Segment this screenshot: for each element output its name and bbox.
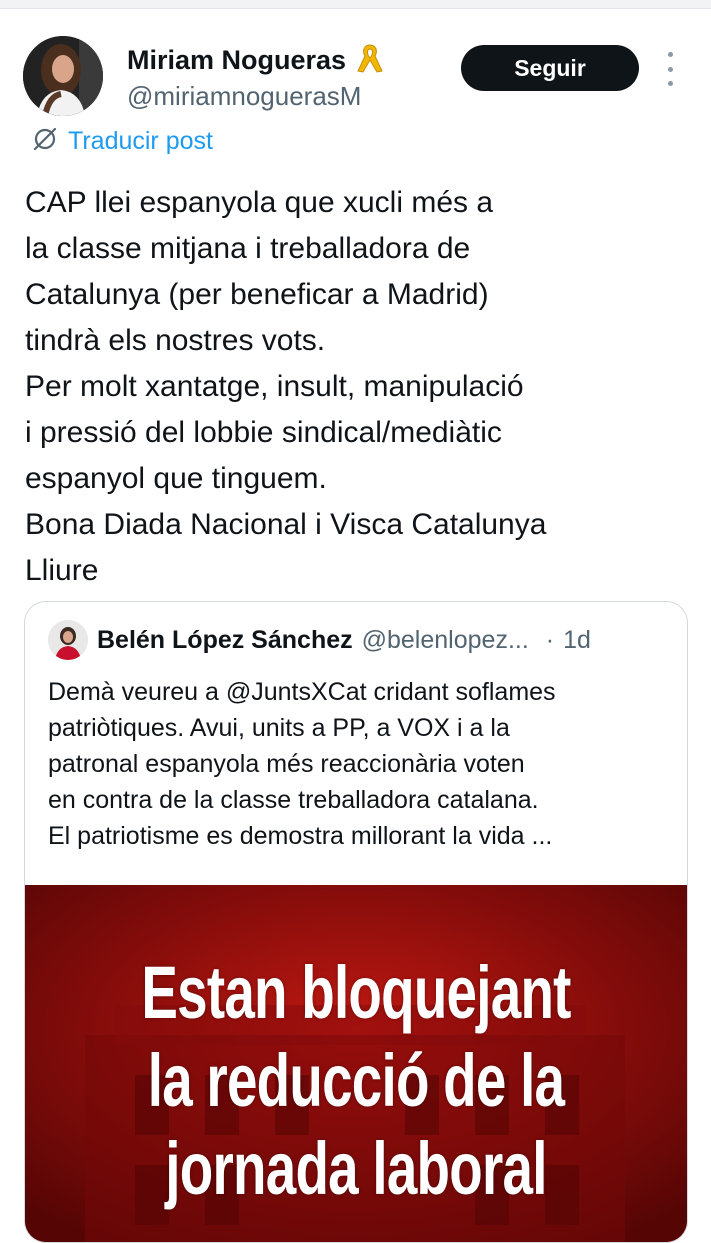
headline-line: la reducció de la (147, 1039, 565, 1122)
dot (667, 81, 673, 86)
quoted-post-time[interactable]: 1d (563, 626, 591, 655)
post-text-line: i pressió del lobbie sindical/mediàtic (25, 416, 502, 449)
translate-label: Traducir post (68, 127, 213, 155)
post-text-line: CAP llei espanyola que xucli més a (25, 186, 494, 219)
post-text-line: Catalunya (per beneficar a Madrid) (25, 278, 489, 311)
headline-line: Estan bloquejant (141, 951, 571, 1034)
quoted-text-line: Demà veureu a @JuntsXCat cridant soflame… (48, 678, 556, 706)
quoted-text-line: en contra de la classe treballadora cata… (48, 786, 539, 814)
time-separator: · (545, 625, 555, 654)
more-options-icon[interactable] (660, 52, 680, 86)
translate-icon (32, 126, 58, 157)
quoted-text-line: El patriotisme es demostra millorant la … (48, 822, 553, 850)
author-avatar[interactable] (23, 36, 103, 116)
post-text: CAP llei espanyola que xucli més a la cl… (25, 180, 705, 594)
dot (667, 66, 673, 72)
dot (667, 52, 673, 57)
follow-button[interactable]: Seguir (461, 45, 639, 91)
translate-post-link[interactable]: Traducir post (32, 126, 213, 157)
quoted-post-text: Demà veureu a @JuntsXCat cridant soflame… (48, 674, 678, 854)
quoted-post-header: Belén López Sánchez @belenlopez... · 1d (48, 620, 591, 660)
post-text-line: Per molt xantatge, insult, manipulació (25, 370, 524, 403)
quoted-author-name[interactable]: Belén López Sánchez (97, 626, 353, 655)
post-text-line: Bona Diada Nacional i Visca Catalunya (25, 508, 547, 541)
quoted-author-avatar[interactable] (48, 620, 88, 660)
top-divider (0, 0, 711, 9)
author-name-row: Miriam Nogueras (127, 41, 386, 80)
author-name[interactable]: Miriam Nogueras (127, 45, 346, 76)
quoted-text-line: patriòtiques. Avui, units a PP, a VOX i … (48, 714, 510, 742)
quoted-author-handle[interactable]: @belenlopez... (362, 626, 529, 655)
quoted-text-line: patronal espanyola més reaccionària vote… (48, 750, 525, 778)
quoted-post[interactable]: Belén López Sánchez @belenlopez... · 1d … (24, 601, 688, 1243)
yellow-ribbon-icon (354, 41, 386, 80)
quoted-post-image[interactable]: Estan bloquejant la reducció de la jorna… (25, 885, 687, 1242)
post-text-line: tindrà els nostres vots. (25, 324, 326, 357)
post-text-line: la classe mitjana i treballadora de (25, 232, 471, 265)
author-handle[interactable]: @miriamnoguerasM (127, 81, 361, 112)
image-headline: Estan bloquejant la reducció de la jorna… (25, 949, 687, 1213)
post-text-line: espanyol que tinguem. (25, 462, 327, 495)
post-text-line: Lliure (25, 554, 99, 587)
